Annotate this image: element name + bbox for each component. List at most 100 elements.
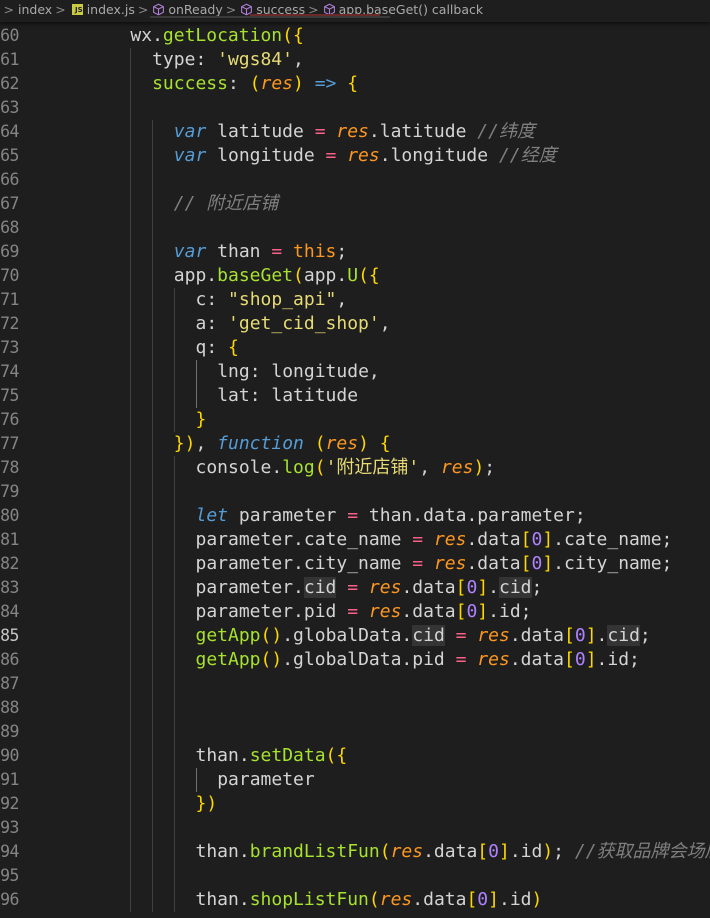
code-token: ( bbox=[379, 841, 391, 862]
line-number: 69 bbox=[0, 242, 19, 261]
code-text: console.log('附近店铺', res); bbox=[196, 456, 496, 480]
code-token: = bbox=[455, 625, 467, 646]
line-number: 80 bbox=[0, 506, 19, 525]
line-number: 60 bbox=[0, 26, 19, 45]
code-line[interactable]: 74 lng: longitude, bbox=[0, 360, 710, 384]
code-line[interactable]: 61 type: 'wgs84', bbox=[0, 48, 710, 72]
code-text: parameter.cid = res.data[0].cid; bbox=[196, 576, 542, 600]
code-text: // 附近店铺 bbox=[174, 192, 279, 216]
code-line[interactable]: 72 a: 'get_cid_shop', bbox=[0, 312, 710, 336]
line-number: 64 bbox=[0, 122, 19, 141]
line-number: 93 bbox=[0, 818, 19, 837]
code-line[interactable]: 90 than.setData({ bbox=[0, 744, 710, 768]
code-token: .data bbox=[412, 889, 467, 910]
code-token: ) bbox=[542, 841, 554, 862]
code-line[interactable]: 93 bbox=[0, 816, 710, 840]
code-line[interactable]: 94 than.brandListFun(res.data[0].id); //获… bbox=[0, 840, 710, 864]
code-token: ({ bbox=[358, 265, 380, 286]
code-token: , bbox=[195, 433, 218, 454]
code-token: res bbox=[477, 649, 510, 670]
code-line[interactable]: 63 bbox=[0, 96, 710, 120]
code-token: //纬度 bbox=[477, 121, 535, 142]
code-line[interactable]: 88 bbox=[0, 696, 710, 720]
chevron-right-icon: > bbox=[3, 2, 14, 17]
code-token: = bbox=[412, 553, 424, 574]
code-line[interactable]: 70 app.baseGet(app.U({ bbox=[0, 264, 710, 288]
code-line[interactable]: 91 parameter bbox=[0, 768, 710, 792]
code-token: var bbox=[173, 145, 207, 166]
line-number: 95 bbox=[0, 866, 19, 885]
code-line[interactable]: 84 parameter.pid = res.data[0].id; bbox=[0, 600, 710, 624]
code-token: wx. bbox=[130, 25, 163, 46]
code-text: wx.getLocation({ bbox=[130, 24, 303, 48]
code-token: parameter bbox=[228, 505, 348, 526]
line-number: 81 bbox=[0, 530, 19, 549]
code-line[interactable]: 67 // 附近店铺 bbox=[0, 192, 710, 216]
code-token: = bbox=[347, 601, 359, 622]
code-token: .id; bbox=[596, 649, 640, 670]
code-token: a: bbox=[195, 313, 229, 334]
code-token: 0 bbox=[531, 553, 543, 574]
code-token: ( bbox=[293, 265, 304, 286]
code-line[interactable]: 73 q: { bbox=[0, 336, 710, 360]
code-line[interactable]: 89 bbox=[0, 720, 710, 744]
code-token: var bbox=[173, 121, 207, 142]
code-line[interactable]: 64 var latitude = res.latitude //纬度 bbox=[0, 120, 710, 144]
code-token: parameter.city_name bbox=[195, 553, 413, 574]
breadcrumb-item-folder[interactable]: s>index bbox=[0, 0, 52, 20]
code-line[interactable]: 86 getApp().globalData.pid = res.data[0].… bbox=[0, 648, 710, 672]
code-line[interactable]: 77}), function (res) { bbox=[0, 432, 710, 456]
code-line[interactable]: 60 wx.getLocation({ bbox=[0, 24, 710, 48]
code-line[interactable]: 69 var than = this; bbox=[0, 240, 710, 264]
code-token: ) bbox=[473, 457, 485, 478]
code-token: 'get_cid_shop' bbox=[228, 313, 380, 334]
code-token: ( bbox=[314, 457, 326, 478]
code-line[interactable]: 78 console.log('附近店铺', res); bbox=[0, 456, 710, 480]
code-line[interactable]: 81 parameter.cate_name = res.data[0].cate… bbox=[0, 528, 710, 552]
code-token: () bbox=[260, 625, 283, 646]
indent-guide bbox=[195, 360, 197, 408]
code-token: : bbox=[227, 73, 250, 94]
code-line[interactable]: 62 success: (res) => { bbox=[0, 72, 710, 96]
code-line[interactable]: 82 parameter.city_name = res.data[0].city… bbox=[0, 552, 710, 576]
code-line[interactable]: 92}) bbox=[0, 792, 710, 816]
code-token: this bbox=[293, 241, 337, 262]
code-line[interactable]: 79 bbox=[0, 480, 710, 504]
js-file-icon: JS bbox=[71, 4, 83, 15]
code-token: shopListFun bbox=[249, 889, 369, 910]
code-token: 0 bbox=[488, 841, 499, 862]
code-line[interactable]: 66 bbox=[0, 168, 710, 192]
code-token: ] bbox=[542, 529, 554, 550]
code-line[interactable]: 87 bbox=[0, 672, 710, 696]
code-line[interactable]: 71 c: "shop_api", bbox=[0, 288, 710, 312]
code-line[interactable]: 80 let parameter = than.data.parameter; bbox=[0, 504, 710, 528]
code-text: getApp().globalData.pid = res.data[0].id… bbox=[196, 648, 640, 672]
code-token: res bbox=[390, 841, 424, 862]
line-number: 85 bbox=[0, 626, 19, 645]
code-line[interactable]: 96 than.shopListFun(res.data[0].id) bbox=[0, 888, 710, 912]
code-line[interactable]: 83 parameter.cid = res.data[0].cid; bbox=[0, 576, 710, 600]
code-line[interactable]: 85 getApp().globalData.cid = res.data[0].… bbox=[0, 624, 710, 648]
code-token: [ bbox=[520, 529, 532, 550]
line-number: 68 bbox=[0, 218, 19, 237]
code-token: .latitude bbox=[368, 121, 478, 142]
code-line[interactable]: 65 var longitude = res.longitude //经度 bbox=[0, 144, 710, 168]
code-token: ] bbox=[585, 625, 597, 646]
breadcrumb-item-file[interactable]: JS index.js bbox=[70, 0, 135, 20]
code-token: ] bbox=[542, 553, 554, 574]
code-line[interactable]: 76} bbox=[0, 408, 710, 432]
code-text: let parameter = than.data.parameter; bbox=[196, 504, 586, 528]
code-editor[interactable]: s>index>JSindex.js>onReady>success>app.b… bbox=[0, 0, 710, 918]
line-number: 84 bbox=[0, 602, 19, 621]
code-token: 0 bbox=[466, 601, 478, 622]
code-line[interactable]: 75 lat: latitude bbox=[0, 384, 710, 408]
code-line[interactable]: 68 bbox=[0, 216, 710, 240]
code-line[interactable]: 95 bbox=[0, 864, 710, 888]
